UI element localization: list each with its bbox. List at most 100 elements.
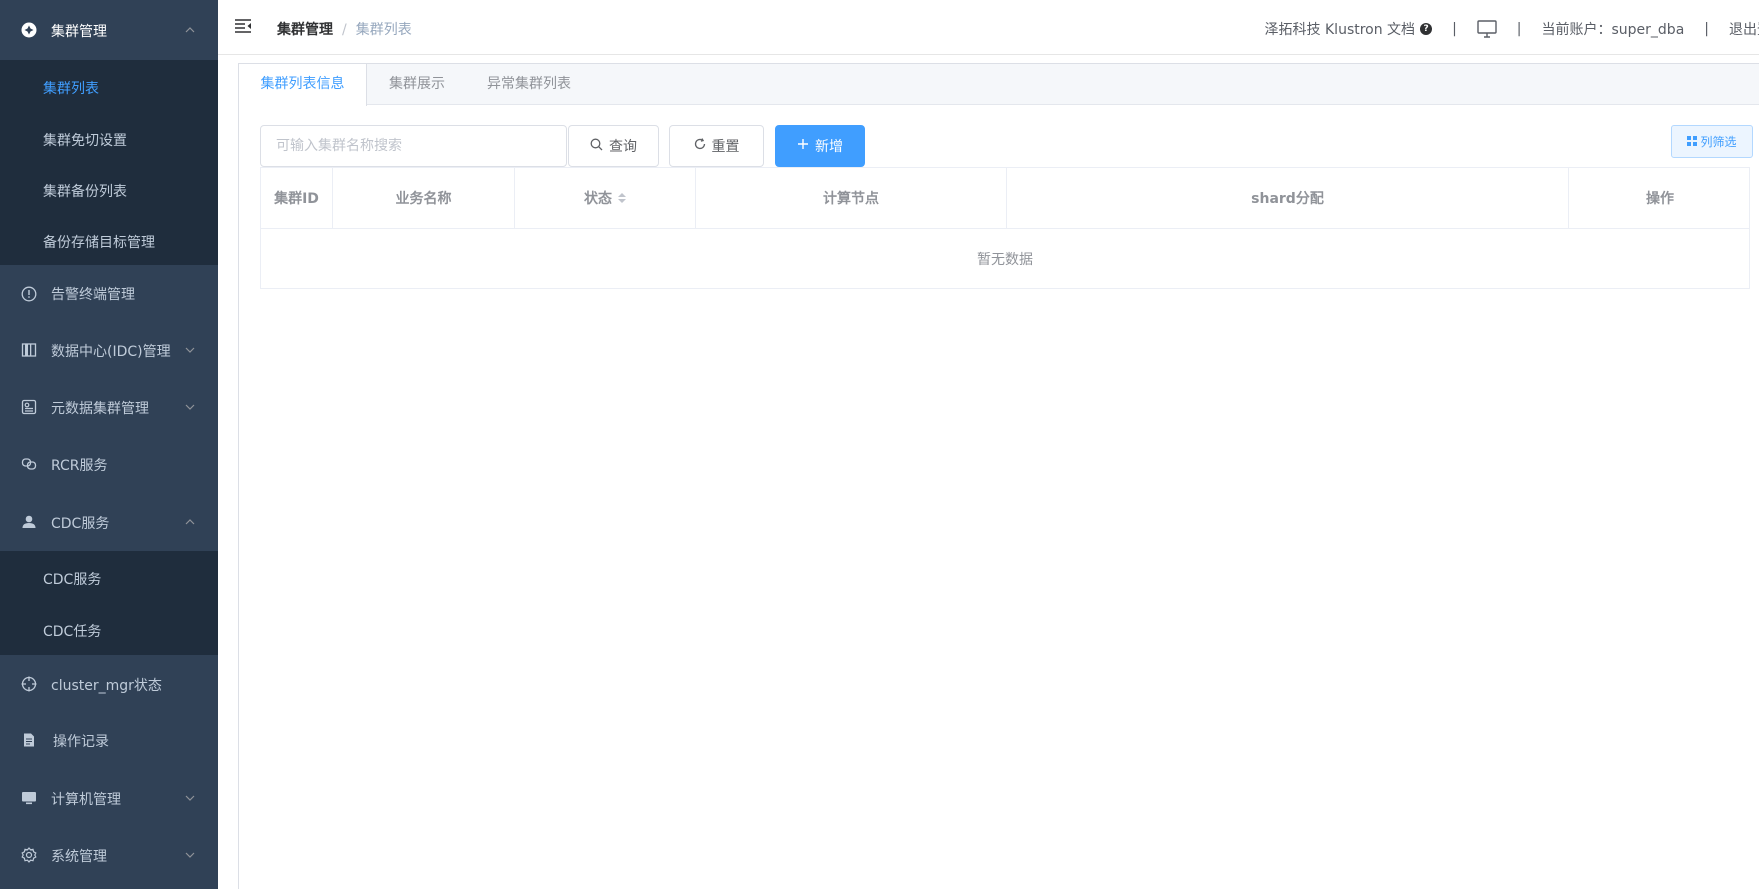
header-separator: | [1452,21,1457,37]
header-separator: | [1516,21,1522,37]
sidebar-item-label: 元数据集群管理 [51,401,149,417]
header-actions: 泽拓科技 Klustron 文档? | | 当前账户：super_dba | 退… [1265,19,1759,39]
link-icon [21,456,37,472]
user-icon [21,514,37,530]
sidebar-item-label: CDC服务 [51,516,110,532]
tab-abnormal-cluster-list[interactable]: 异常集群列表 [467,64,591,105]
add-button-label: 新增 [815,139,843,155]
tabs-bar: 集群列表信息 集群展示 异常集群列表 [239,64,1759,106]
sidebar-item-operation-log[interactable]: 操作记录 [0,712,218,769]
column-header-label: 状态 [584,191,612,207]
breadcrumb-current: 集群列表 [355,22,412,38]
chevron-down-icon [185,345,195,355]
column-header-label: shard分配 [1251,191,1324,207]
sidebar-group-cluster-management[interactable]: 集群管理 [0,0,218,60]
reset-button-label: 重置 [711,139,740,155]
add-button[interactable]: 新增 [775,125,865,167]
cluster-table: 集群ID 业务名称 状态 计算节点 shard分配 操作 暂无数据 [260,167,1750,289]
screen-monitor-icon[interactable] [1477,20,1497,38]
sidebar-group-system[interactable]: 系统管理 [0,827,218,885]
sidebar-item-label: 集群列表 [43,81,99,97]
tab-cluster-display[interactable]: 集群展示 [367,64,467,105]
breadcrumb: 集群管理 / 集群列表 [277,19,412,39]
cluster-icon [21,22,37,38]
chevron-down-icon [185,850,195,860]
search-button[interactable]: 查询 [568,125,659,167]
app-root: 集群管理 集群列表 集群免切设置 集群备份列表 备份存储目标管理 告警终端管理 [0,0,1759,889]
sidebar-item-label: 告警终端管理 [51,287,135,303]
alert-icon [21,286,37,302]
column-header-operation: 操作 [1569,168,1751,228]
meta-data-icon [21,399,37,415]
sidebar-item-label: 系统管理 [51,849,107,865]
table-empty-text: 暂无数据 [977,252,1033,268]
monitor-icon [21,790,37,806]
column-header-label: 计算节点 [823,191,879,207]
chevron-up-icon [185,517,195,527]
tab-cluster-list-info[interactable]: 集群列表信息 [239,64,367,106]
sidebar-item-cdc-task[interactable]: CDC任务 [0,603,218,655]
reset-button[interactable]: 重置 [669,125,764,167]
sidebar-item-label: 数据中心(IDC)管理 [51,344,171,360]
tab-label: 异常集群列表 [487,76,571,92]
sidebar-item-cluster-backup-list[interactable]: 集群备份列表 [0,163,218,214]
sidebar-group-cdc[interactable]: CDC服务 [0,493,218,551]
sidebar-item-alarm-terminal[interactable]: 告警终端管理 [0,265,218,322]
search-icon [590,138,603,155]
cluster-search-input[interactable] [260,125,567,167]
document-icon [21,732,37,748]
column-header-status[interactable]: 状态 [515,168,696,228]
menu-fold-icon[interactable] [234,18,252,34]
sidebar-item-label: CDC任务 [43,624,102,640]
column-header-label: 业务名称 [395,191,452,207]
sidebar-group-metadata-cluster[interactable]: 元数据集群管理 [0,379,218,436]
chevron-down-icon [185,402,195,412]
sidebar-item-label: 备份存储目标管理 [43,235,155,251]
sidebar-item-cluster-list[interactable]: 集群列表 [0,60,218,112]
building-icon [21,342,37,358]
sort-caret-icon[interactable] [618,193,626,203]
sidebar-item-label: 集群免切设置 [43,133,127,149]
gear-icon [21,847,37,863]
sidebar-item-label: CDC服务 [43,572,102,588]
sidebar-group-label: 集群管理 [51,24,107,40]
plus-icon [797,138,809,154]
header-separator: | [1704,21,1709,37]
chevron-down-icon [185,793,195,803]
breadcrumb-parent[interactable]: 集群管理 [277,22,333,38]
grid-icon [1687,135,1698,149]
column-filter-button[interactable]: 列筛选 [1671,125,1753,158]
column-header-business-name: 业务名称 [333,168,515,228]
docs-link[interactable]: 泽拓科技 Klustron 文档? [1265,19,1433,39]
sidebar-item-label: RCR服务 [51,458,108,474]
sidebar-item-cluster-mgr-status[interactable]: cluster_mgr状态 [0,655,218,712]
sidebar-item-cdc-service[interactable]: CDC服务 [0,551,218,603]
table-header: 集群ID 业务名称 状态 计算节点 shard分配 操作 [261,168,1749,229]
column-header-cluster-id: 集群ID [261,168,333,228]
sidebar-item-rcr-service[interactable]: RCR服务 [0,436,218,493]
column-header-label: 操作 [1646,191,1674,207]
logout-link[interactable]: 退出登录 [1729,19,1759,39]
sidebar-item-label: cluster_mgr状态 [51,678,162,694]
crosshair-icon [21,676,37,692]
sidebar-item-label: 操作记录 [53,734,109,750]
column-header-label: 集群ID [274,191,319,207]
question-icon: ? [1420,23,1433,35]
chevron-up-icon [185,25,195,35]
column-header-shard: shard分配 [1007,168,1569,228]
tab-label: 集群列表信息 [260,76,345,92]
sidebar-group-machine[interactable]: 计算机管理 [0,769,218,827]
sidebar-group-idc[interactable]: 数据中心(IDC)管理 [0,322,218,379]
current-account: 当前账户：super_dba [1541,22,1685,38]
breadcrumb-separator: / [342,22,347,38]
refresh-icon [694,138,706,154]
sidebar-item-label: 集群备份列表 [43,184,127,200]
sidebar-item-backup-storage-target[interactable]: 备份存储目标管理 [0,214,218,265]
logout-label: 退出登录 [1729,22,1759,38]
sidebar: 集群管理 集群列表 集群免切设置 集群备份列表 备份存储目标管理 告警终端管理 [0,0,218,889]
main-card: 集群列表信息 集群展示 异常集群列表 查询 重置 新增 [238,63,1759,889]
docs-link-label: 泽拓科技 Klustron 文档 [1264,22,1416,38]
tab-label: 集群展示 [389,76,445,92]
sidebar-item-cluster-failover-setting[interactable]: 集群免切设置 [0,112,218,163]
top-header: 集群管理 / 集群列表 泽拓科技 Klustron 文档? | | 当前账户：sup… [218,0,1759,55]
